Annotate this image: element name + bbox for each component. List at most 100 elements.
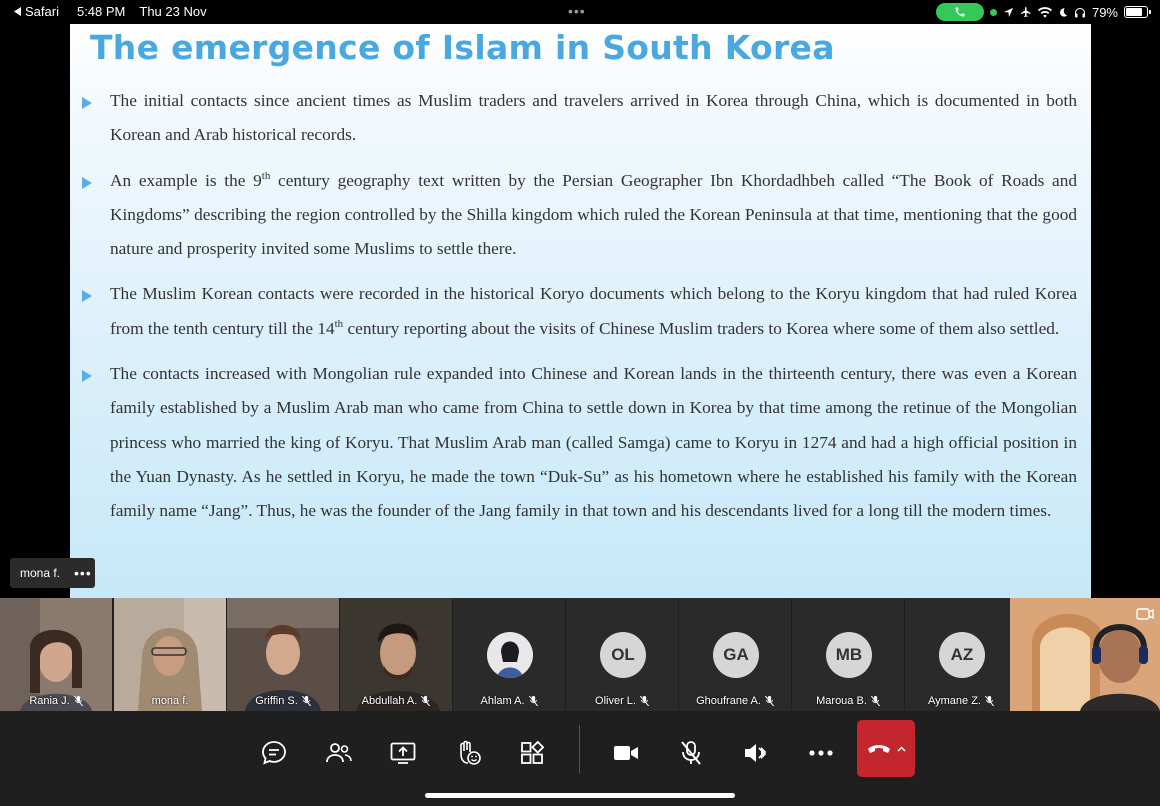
participant-name: Abdullah A.	[361, 695, 418, 707]
hangup-icon	[867, 744, 890, 753]
bullet-text: century reporting about the visits of Ch…	[343, 318, 1060, 338]
reactions-icon	[460, 740, 481, 765]
apps-button[interactable]	[510, 731, 554, 775]
participants-strip: Rania J. mona f. Griffin S. Abdullah A. …	[0, 598, 1160, 711]
active-call-pill[interactable]	[935, 3, 984, 21]
hangup-button[interactable]	[857, 720, 915, 777]
bullet-arrow-icon	[82, 97, 92, 109]
chat-icon	[262, 741, 286, 765]
wifi-icon	[1037, 6, 1052, 18]
battery-icon	[1124, 6, 1151, 18]
camera-button[interactable]	[604, 731, 648, 775]
bullet-text: An example is the 9	[110, 170, 262, 190]
multitasking-dots[interactable]: •••	[568, 4, 586, 18]
reactions-button[interactable]	[446, 731, 490, 775]
participant-tile[interactable]: Ahlam A.	[453, 598, 565, 711]
participant-label: mona f.	[114, 695, 226, 707]
headphones-icon	[1074, 7, 1085, 17]
participant-name: mona f.	[151, 695, 189, 707]
mic-off-icon	[421, 696, 431, 706]
mute-button[interactable]	[669, 731, 713, 775]
camera-icon	[614, 746, 638, 760]
participant-tile[interactable]: OL Oliver L.	[566, 598, 678, 711]
avatar-photo-image	[487, 632, 533, 678]
home-indicator[interactable]	[425, 793, 735, 798]
bullet-arrow-icon	[82, 290, 92, 303]
battery-percentage: 79%	[1091, 4, 1118, 20]
status-date: Thu 23 Nov	[139, 4, 207, 19]
participant-tile[interactable]: AZ Aymane Z.	[905, 598, 1017, 711]
participant-tile[interactable]: Griffin S.	[227, 598, 339, 711]
airplane-icon	[1020, 7, 1031, 17]
participant-tile[interactable]: MB Maroua B.	[792, 598, 904, 711]
toolbar-divider	[579, 725, 580, 773]
battery-fill	[1126, 8, 1142, 16]
back-app-label: Safari	[25, 4, 59, 19]
chat-button[interactable]	[252, 731, 296, 775]
mic-off-icon	[639, 696, 649, 706]
meeting-toolbar	[0, 711, 1160, 806]
slide-title: The emergence of Islam in South Korea	[90, 28, 835, 67]
share-screen-icon	[390, 742, 416, 764]
switch-camera-icon[interactable]	[1136, 606, 1154, 622]
shared-slide: The emergence of Islam in South Korea Th…	[70, 24, 1091, 598]
ordinal-superscript: th	[334, 318, 344, 331]
participant-label: Ghoufrane A.	[679, 695, 791, 707]
participant-label: Oliver L.	[566, 695, 678, 707]
participant-tile[interactable]: Abdullah A.	[340, 598, 452, 711]
location-icon	[1003, 7, 1014, 17]
back-triangle-icon	[14, 7, 21, 16]
slide-bullet-list: The initial contacts since ancient times…	[82, 84, 1077, 540]
participant-name: Maroua B.	[816, 695, 867, 707]
slide-bullet: The contacts increased with Mongolian ru…	[82, 357, 1077, 528]
bullet-arrow-icon	[82, 370, 92, 383]
participant-tile[interactable]: GA Ghoufrane A.	[679, 598, 791, 711]
participants-button[interactable]	[317, 731, 361, 775]
mic-off-icon	[528, 696, 538, 706]
slide-bullet: An example is the 9th century geography …	[82, 164, 1077, 267]
participant-name: Aymane Z.	[928, 695, 981, 707]
more-icon	[809, 750, 833, 756]
participant-name: Ahlam A.	[480, 695, 525, 707]
participant-name: Rania J.	[29, 695, 70, 707]
slide-bullet: The initial contacts since ancient times…	[82, 84, 1077, 153]
speaker-more-button[interactable]: •••	[74, 565, 92, 581]
mic-off-icon	[73, 696, 83, 706]
back-to-app-button[interactable]: Safari	[14, 4, 59, 19]
avatar	[487, 632, 533, 678]
speaker-icon	[745, 744, 767, 762]
participant-tile[interactable]: mona f.	[114, 598, 226, 711]
speaker-name: mona f.	[20, 566, 61, 580]
more-options-button[interactable]	[799, 731, 843, 775]
mic-off-icon	[985, 696, 994, 706]
mic-off-icon	[870, 696, 880, 706]
mic-in-use-dot	[989, 8, 997, 16]
participant-tile[interactable]: Rania J.	[0, 598, 112, 711]
mic-off-icon	[681, 741, 701, 765]
share-screen-button[interactable]	[381, 731, 425, 775]
slide-bullet: The Muslim Korean contacts were recorded…	[82, 277, 1077, 346]
mic-off-icon	[301, 696, 311, 706]
status-bar: Safari 5:48 PM Thu 23 Nov ••• 79%	[0, 0, 1160, 24]
participant-label: Griffin S.	[227, 695, 339, 707]
bullet-text: The initial contacts since ancient times…	[110, 91, 1077, 145]
participant-label: Aymane Z.	[905, 695, 1017, 707]
bullet-text: The contacts increased with Mongolian ru…	[110, 364, 1077, 521]
phone-icon	[955, 7, 965, 17]
participant-name: Griffin S.	[255, 695, 298, 707]
avatar-initials: OL	[600, 632, 646, 678]
moon-icon	[1060, 7, 1068, 17]
chevron-up-icon	[896, 745, 906, 752]
speaker-button[interactable]	[734, 731, 778, 775]
active-speaker-tooltip[interactable]: mona f. •••	[10, 558, 95, 588]
self-view-tile[interactable]	[1010, 598, 1160, 711]
participant-label: Rania J.	[0, 695, 112, 707]
participant-name: Ghoufrane A.	[696, 695, 761, 707]
avatar-initials: GA	[713, 632, 759, 678]
avatar-initials: MB	[826, 632, 872, 678]
participant-label: Ahlam A.	[453, 695, 565, 707]
apps-icon	[521, 741, 544, 764]
avatar-initials: AZ	[939, 632, 985, 678]
participant-label: Maroua B.	[792, 695, 904, 707]
status-time: 5:48 PM	[76, 4, 126, 19]
